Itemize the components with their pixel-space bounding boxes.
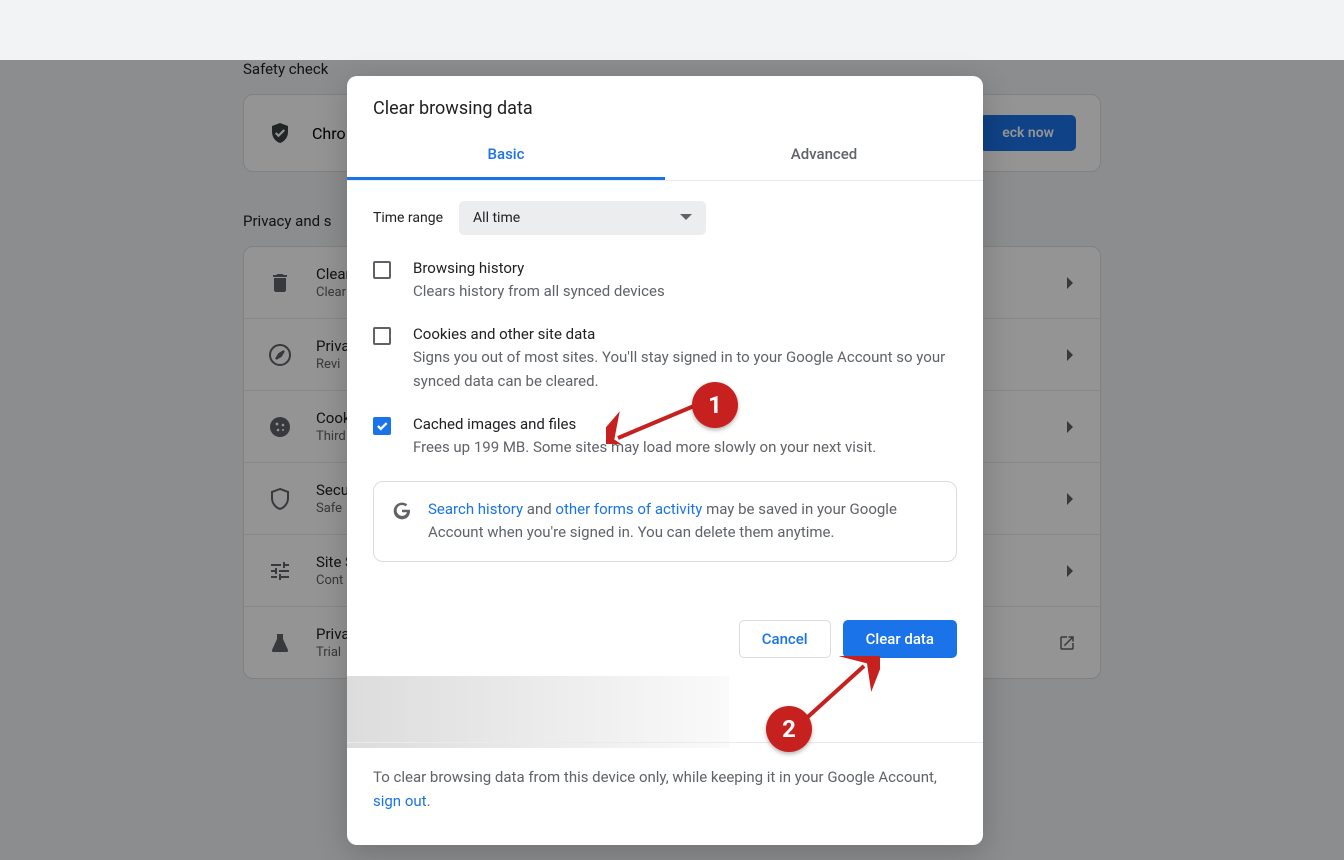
info-text: Search history and other forms of activi… [428, 498, 938, 545]
time-range-select[interactable]: All time [459, 201, 706, 235]
google-account-info: Search history and other forms of activi… [373, 481, 957, 562]
link-other-activity[interactable]: other forms of activity [555, 500, 702, 518]
option-title: Cached images and files [413, 415, 876, 433]
checkbox-browsing-history[interactable] [373, 261, 391, 279]
google-logo-icon [392, 501, 412, 521]
annotation-badge-1: 1 [692, 382, 738, 428]
option-browsing-history: Browsing history Clears history from all… [373, 259, 957, 303]
tab-basic[interactable]: Basic [347, 131, 665, 180]
option-title: Browsing history [413, 259, 665, 277]
redacted-strip [347, 676, 729, 748]
dialog-title: Clear browsing data [347, 76, 983, 131]
clear-browsing-data-dialog: Clear browsing data Basic Advanced Time … [347, 76, 983, 845]
tab-advanced[interactable]: Advanced [665, 131, 983, 180]
dialog-tabs: Basic Advanced [347, 131, 983, 181]
option-title: Cookies and other site data [413, 325, 957, 343]
option-cookies: Cookies and other site data Signs you ou… [373, 325, 957, 393]
option-cache: Cached images and files Frees up 199 MB.… [373, 415, 957, 459]
clear-data-button[interactable]: Clear data [843, 620, 957, 658]
time-range-value: All time [473, 210, 520, 226]
option-sub: Frees up 199 MB. Some sites may load mor… [413, 436, 876, 459]
cancel-button[interactable]: Cancel [739, 620, 831, 658]
option-sub: Clears history from all synced devices [413, 280, 665, 303]
checkbox-cache[interactable] [373, 417, 391, 435]
link-sign-out[interactable]: sign out [373, 792, 427, 810]
time-range-label: Time range [373, 210, 443, 226]
dialog-footer: To clear browsing data from this device … [347, 742, 983, 845]
checkmark-icon [375, 419, 389, 433]
link-search-history[interactable]: Search history [428, 500, 523, 518]
option-sub: Signs you out of most sites. You'll stay… [413, 346, 957, 393]
chevron-down-icon [680, 214, 692, 222]
annotation-badge-2: 2 [766, 706, 812, 752]
checkbox-cookies[interactable] [373, 327, 391, 345]
